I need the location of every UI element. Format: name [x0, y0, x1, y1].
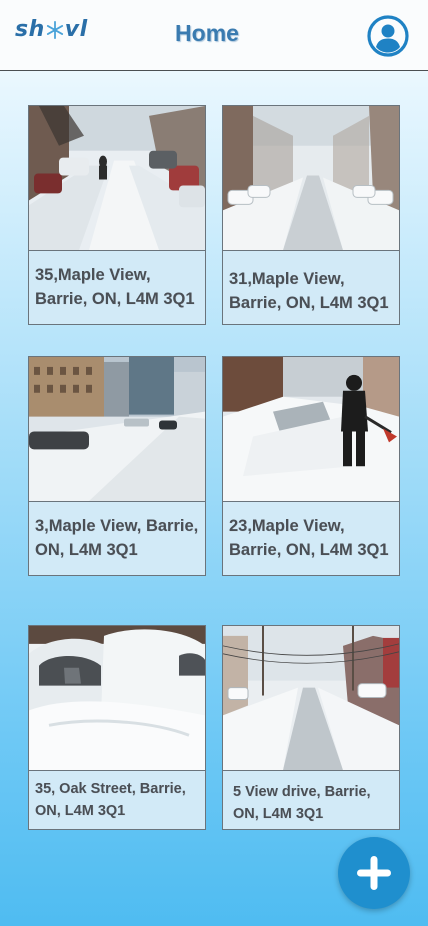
- listing-address: 35,Maple View, Barrie, ON, L4M 3Q1: [35, 266, 195, 308]
- user-circle-icon[interactable]: [367, 15, 409, 57]
- listing-address: 5 View drive, Barrie, ON, L4M 3Q1: [233, 784, 371, 822]
- listing-card[interactable]: 35, Oak Street, Barrie, ON, L4M 3Q1: [28, 625, 206, 830]
- listing-card[interactable]: 5 View drive, Barrie, ON, L4M 3Q1: [222, 625, 400, 830]
- listing-photo: [223, 357, 399, 502]
- app-header: sh vl Home: [0, 0, 428, 71]
- listing-photo: [29, 357, 205, 502]
- listing-photo: [29, 626, 205, 771]
- add-listing-button[interactable]: [338, 837, 410, 909]
- listing-card[interactable]: 31,Maple View, Barrie, ON, L4M 3Q1: [222, 105, 400, 325]
- listing-photo: [223, 626, 399, 771]
- listing-card[interactable]: 3,Maple View, Barrie, ON, L4M 3Q1: [28, 356, 206, 576]
- listing-address: 3,Maple View, Barrie, ON, L4M 3Q1: [35, 517, 199, 559]
- listing-card[interactable]: 35,Maple View, Barrie, ON, L4M 3Q1: [28, 105, 206, 325]
- plus-icon: [357, 856, 391, 890]
- listing-address: 31,Maple View, Barrie, ON, L4M 3Q1: [229, 270, 389, 312]
- listing-photo: [29, 106, 205, 251]
- listing-address: 35, Oak Street, Barrie, ON, L4M 3Q1: [35, 781, 186, 819]
- listing-photo: [223, 106, 399, 251]
- page-title: Home: [175, 20, 239, 46]
- listing-address: 23,Maple View, Barrie, ON, L4M 3Q1: [229, 517, 389, 559]
- listing-card[interactable]: 23,Maple View, Barrie, ON, L4M 3Q1: [222, 356, 400, 576]
